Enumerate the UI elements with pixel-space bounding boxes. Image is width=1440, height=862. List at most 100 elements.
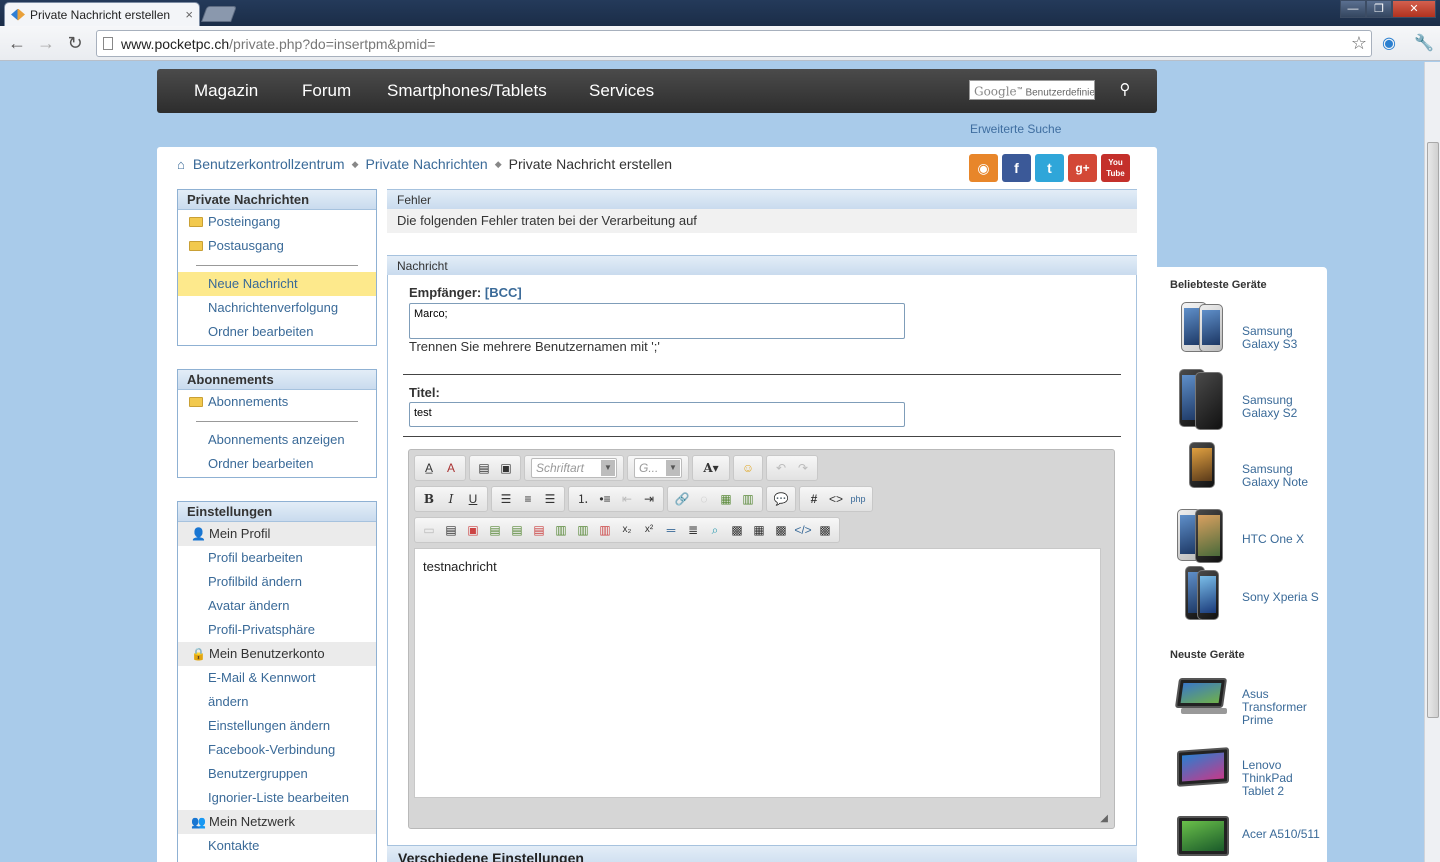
image-icon[interactable]: ▦	[715, 489, 737, 509]
extension-icon[interactable]: ◉	[1382, 33, 1396, 53]
sidebar-item-facebook[interactable]: Facebook-Verbindung	[178, 738, 376, 762]
wrench-icon[interactable]: 🔧	[1414, 33, 1434, 53]
qr-code-2-icon[interactable]: ▩	[770, 520, 792, 540]
advanced-search-link[interactable]: Erweiterte Suche	[970, 122, 1061, 136]
table-icon[interactable]: ▭	[418, 520, 440, 540]
sidebar-item-kontakte[interactable]: Kontakte	[178, 834, 376, 858]
insert-col-after-icon[interactable]: ▥	[572, 520, 594, 540]
close-window-button[interactable]: ✕	[1392, 0, 1436, 18]
outdent-icon[interactable]: ⇤	[616, 489, 638, 509]
recipient-field[interactable]: Marco;	[409, 303, 905, 339]
find-icon[interactable]: ⌕	[704, 520, 726, 540]
sidebar-item-neue-nachricht[interactable]: Neue Nachricht	[178, 272, 376, 296]
undo-icon[interactable]: ↶	[770, 458, 792, 478]
size-select[interactable]: G... ▼	[634, 458, 682, 478]
unlink-icon[interactable]: ◌	[693, 489, 715, 509]
home-icon[interactable]: ⌂	[177, 157, 185, 172]
bcc-link[interactable]: [BCC]	[485, 285, 522, 300]
php-icon[interactable]: php	[847, 489, 869, 509]
smiley-icon[interactable]: ☺	[737, 458, 759, 478]
paste-icon[interactable]: ▤	[440, 520, 462, 540]
back-icon[interactable]: ←	[6, 32, 28, 54]
indent-icon[interactable]: ⇥	[638, 489, 660, 509]
sidebar-item-ignorier-liste[interactable]: Ignorier-Liste bearbeiten	[178, 786, 376, 810]
remove-format-icon[interactable]: A̲	[418, 458, 440, 478]
resize-handle-icon[interactable]: ◢	[1100, 813, 1108, 824]
sidebar-item-profil-bearbeiten[interactable]: Profil bearbeiten	[178, 546, 376, 570]
sidebar-item-benutzergruppen[interactable]: Benutzergruppen	[178, 762, 376, 786]
nav-item-services[interactable]: Services	[589, 69, 654, 113]
nav-item-forum[interactable]: Forum	[302, 69, 351, 113]
sidebar-item-postausgang[interactable]: Postausgang	[178, 234, 376, 258]
googleplus-icon[interactable]: g+	[1068, 154, 1097, 182]
delete-icon[interactable]: ▣	[462, 520, 484, 540]
breadcrumb-item-pm[interactable]: Private Nachrichten	[366, 156, 488, 172]
facebook-icon[interactable]: f	[1002, 154, 1031, 182]
nav-item-magazin[interactable]: Magazin	[194, 69, 258, 113]
browser-tab[interactable]: Private Nachricht erstellen ×	[4, 2, 200, 26]
bullet-list-icon[interactable]: •≡	[594, 489, 616, 509]
sidebar-item-posteingang[interactable]: Posteingang	[178, 210, 376, 234]
rss-icon[interactable]: ◉	[969, 154, 998, 182]
sidebar-item-profilbild[interactable]: Profilbild ändern	[178, 570, 376, 594]
new-tab-button[interactable]	[201, 6, 237, 22]
align-left-icon[interactable]: ☰	[495, 489, 517, 509]
underline-icon[interactable]: U	[462, 489, 484, 509]
paste-text-icon[interactable]: ▤	[473, 458, 495, 478]
bold-icon[interactable]: B	[418, 489, 440, 509]
nav-item-smartphones[interactable]: Smartphones/Tablets	[387, 69, 547, 113]
maximize-button[interactable]: ❐	[1366, 0, 1392, 18]
qr-code-icon[interactable]: ▩	[726, 520, 748, 540]
sidebar-item-email-kennwort-2[interactable]: ändern	[178, 690, 376, 714]
subscript-icon[interactable]: x₂	[616, 520, 638, 540]
horizontal-rule-icon[interactable]: ═	[660, 520, 682, 540]
html-icon[interactable]: <>	[825, 489, 847, 509]
forward-icon[interactable]: →	[35, 32, 57, 54]
reload-icon[interactable]: ↻	[64, 32, 86, 54]
device-item[interactable]: Lenovo ThinkPad Tablet 2	[1175, 739, 1325, 801]
page-scrollbar[interactable]	[1424, 62, 1440, 862]
delete-row-icon[interactable]: ▤	[528, 520, 550, 540]
sidebar-item-nachrichtenverfolgung[interactable]: Nachrichtenverfolgung	[178, 296, 376, 320]
device-item[interactable]: Samsung Galaxy Note	[1175, 438, 1325, 500]
italic-icon[interactable]: I	[440, 489, 462, 509]
sidebar-item-abonnements[interactable]: Abonnements	[178, 390, 376, 414]
message-body-editor[interactable]: testnachricht	[414, 548, 1101, 798]
grid-icon[interactable]: ▦	[748, 520, 770, 540]
embed-icon[interactable]: </>	[792, 520, 814, 540]
device-item[interactable]: Samsung Galaxy S2	[1175, 369, 1325, 431]
font-select[interactable]: Schriftart ▼	[531, 458, 617, 478]
clear-style-icon[interactable]: A	[440, 458, 462, 478]
justify-icon[interactable]: ≣	[682, 520, 704, 540]
sidebar-item-ordner-bearbeiten[interactable]: Ordner bearbeiten	[178, 320, 376, 344]
ordered-list-icon[interactable]: ⒈	[572, 489, 594, 509]
insert-col-before-icon[interactable]: ▥	[550, 520, 572, 540]
link-icon[interactable]: 🔗	[671, 489, 693, 509]
youtube-icon[interactable]: You Tube	[1101, 154, 1130, 182]
sidebar-item-privatsphaere[interactable]: Profil-Privatsphäre	[178, 618, 376, 642]
twitter-icon[interactable]: t	[1035, 154, 1064, 182]
device-item[interactable]: Sony Xperia S	[1175, 566, 1325, 628]
insert-row-after-icon[interactable]: ▤	[506, 520, 528, 540]
sidebar-item-einstellungen[interactable]: Einstellungen ändern	[178, 714, 376, 738]
code-icon[interactable]: #	[803, 489, 825, 509]
paste-word-icon[interactable]: ▣	[495, 458, 517, 478]
search-input[interactable]: Google™ Benutzerdefiniert	[969, 80, 1095, 100]
video-icon[interactable]: ▥	[737, 489, 759, 509]
quote-icon[interactable]: 💬	[770, 489, 792, 509]
misc-settings-header[interactable]: Verschiedene Einstellungen	[387, 845, 1137, 862]
device-item[interactable]: HTC One X	[1175, 507, 1325, 569]
title-field[interactable]: test	[409, 402, 905, 427]
device-item[interactable]: Samsung Galaxy S3	[1175, 300, 1325, 362]
scrollbar-thumb[interactable]	[1427, 142, 1439, 718]
minimize-button[interactable]: —	[1340, 0, 1366, 18]
sidebar-item-email-kennwort[interactable]: E-Mail & Kennwort	[178, 666, 376, 690]
address-bar[interactable]: www.pocketpc.ch/private.php?do=insertpm&…	[96, 30, 1372, 57]
device-item[interactable]: Acer A510/511	[1175, 808, 1325, 862]
sidebar-item-subs-ordner-bearbeiten[interactable]: Ordner bearbeiten	[178, 452, 376, 476]
insert-row-before-icon[interactable]: ▤	[484, 520, 506, 540]
align-right-icon[interactable]: ☰	[539, 489, 561, 509]
sidebar-item-avatar[interactable]: Avatar ändern	[178, 594, 376, 618]
breadcrumb-item-ucp[interactable]: Benutzerkontrollzentrum	[193, 156, 345, 172]
delete-col-icon[interactable]: ▥	[594, 520, 616, 540]
